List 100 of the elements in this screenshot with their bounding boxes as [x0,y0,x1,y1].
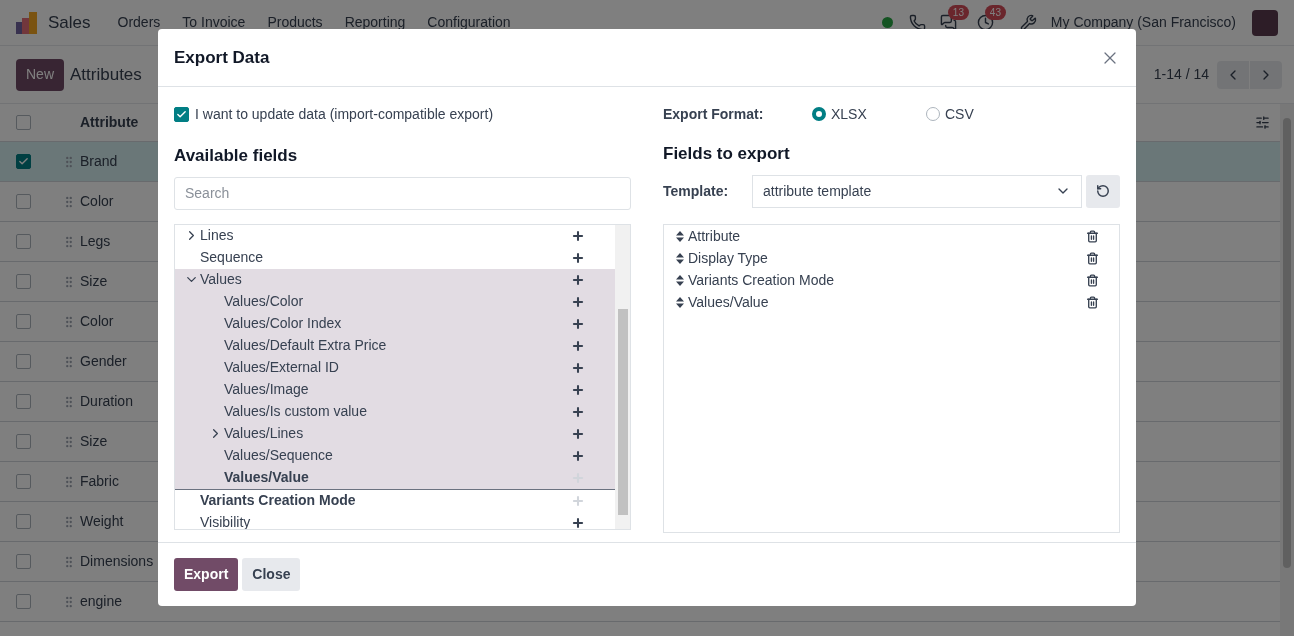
table-cell-text: Dimensions [80,552,154,571]
row-checkbox[interactable] [16,234,31,249]
sort-handle-icon[interactable] [676,253,684,264]
row-checkbox[interactable] [16,594,31,609]
table-cell-text: Weight [80,512,124,531]
table-cell-text: engine [80,592,123,611]
export-field-name: Display Type [688,249,769,268]
app-name[interactable]: Sales [48,9,91,36]
search-field[interactable]: Search [174,176,631,210]
reset-template-button[interactable] [1086,174,1120,208]
message-count-badge: 13 [947,5,969,20]
new-button[interactable]: New [16,58,64,91]
table-cell-text: Gender [80,352,127,371]
delete-icon[interactable] [1086,274,1099,287]
select-all-checkbox[interactable] [16,115,31,130]
add-field-icon[interactable] [571,515,585,529]
export-field-name: Values/Value [688,293,770,312]
template-label: Template: [663,181,730,201]
table-cell-text: Fabric [80,472,119,491]
table-cell-text: Color [80,192,114,211]
app-logo-icon [16,11,38,34]
export-field-name: Variants Creation Mode [688,271,836,290]
field-name[interactable]: Values [200,269,571,290]
field-name[interactable]: Variants Creation Mode [200,490,571,511]
add-field-icon[interactable] [571,360,585,375]
chat-icon[interactable] [939,14,957,31]
checkbox-label[interactable]: I want to update data (import-compatible export) [195,103,494,125]
section-heading: Fields to export [663,143,791,165]
field-name[interactable]: Values/Lines [224,423,571,444]
delete-icon[interactable] [1086,296,1099,309]
scrollbar[interactable] [615,224,630,529]
field-name[interactable]: Lines [200,225,571,246]
menu-item[interactable]: Reporting [333,12,417,33]
menu-item[interactable]: To Invoice [171,12,257,33]
import-compatible-checkbox[interactable] [174,106,189,122]
row-checkbox[interactable] [16,274,31,289]
next-page-button[interactable] [1250,60,1282,89]
add-field-icon[interactable] [571,272,585,287]
field-name[interactable]: Values/Color [224,291,571,312]
settings-icon[interactable] [1255,115,1270,130]
radio-label[interactable]: XLSX [831,103,867,125]
table-cell-text: Size [80,432,108,451]
field-name[interactable]: Values/Color Index [224,313,571,334]
add-field-icon[interactable] [571,493,585,508]
scrollbar[interactable] [1280,104,1294,636]
menu-item[interactable]: Orders [106,12,172,33]
add-field-icon[interactable] [571,250,585,265]
field-name[interactable]: Values/External ID [224,357,571,378]
sort-handle-icon[interactable] [676,297,684,308]
field-name[interactable]: Values/Sequence [224,445,571,466]
avatar[interactable] [1252,9,1278,36]
table-cell-text: Duration [80,392,133,411]
sort-handle-icon[interactable] [676,231,684,242]
dialog-title: Export Data [174,46,270,69]
add-field-icon[interactable] [571,228,585,243]
table-cell-text: Legs [80,232,111,251]
row-checkbox[interactable] [16,434,31,449]
previous-page-button[interactable] [1217,60,1249,89]
template-select[interactable]: attribute template [752,174,1082,208]
add-field-icon[interactable] [571,426,585,441]
radio-label[interactable]: CSV [945,103,974,125]
delete-icon[interactable] [1086,230,1099,243]
phone-icon[interactable] [908,14,926,31]
row-checkbox[interactable] [16,474,31,489]
menu-item[interactable]: Products [256,12,334,33]
section-heading: Available fields [174,145,299,167]
sort-handle-icon[interactable] [676,275,684,286]
field-name[interactable]: Values/Image [224,379,571,400]
add-field-icon[interactable] [571,316,585,331]
company-switcher[interactable]: My Company (San Francisco) [1050,12,1236,33]
row-checkbox[interactable] [16,194,31,209]
dialog-button[interactable]: Export [174,558,239,591]
tools-icon[interactable] [1019,14,1037,31]
pager-value[interactable]: 1-14 / 14 [1153,64,1209,85]
table-cell-text: Brand [80,152,118,171]
row-checkbox[interactable] [16,314,31,329]
field-name[interactable]: Values/Default Extra Price [224,335,571,356]
add-field-icon[interactable] [571,338,585,353]
add-field-icon[interactable] [571,404,585,419]
field-name[interactable]: Values/Is custom value [224,401,571,422]
radio-button[interactable] [812,107,826,121]
clock-icon[interactable] [976,14,994,31]
add-field-icon[interactable] [571,382,585,397]
export-format-label: Export Format: [663,104,765,124]
row-checkbox[interactable] [16,554,31,569]
menu-item[interactable]: Configuration [416,12,522,33]
row-checkbox[interactable] [16,394,31,409]
delete-icon[interactable] [1086,252,1099,265]
add-field-icon[interactable] [571,294,585,309]
dialog-button[interactable]: Close [242,558,301,591]
row-checkbox[interactable] [16,514,31,529]
radio-button[interactable] [926,107,940,121]
export-field-name: Attribute [688,227,742,246]
row-checkbox[interactable] [16,154,31,169]
field-name[interactable]: Sequence [200,247,571,268]
add-field-icon[interactable] [571,448,585,463]
field-name[interactable]: Values/Value [224,467,571,488]
activity-count-badge: 43 [984,5,1006,20]
row-checkbox[interactable] [16,354,31,369]
column-header[interactable]: Attribute [80,112,139,133]
